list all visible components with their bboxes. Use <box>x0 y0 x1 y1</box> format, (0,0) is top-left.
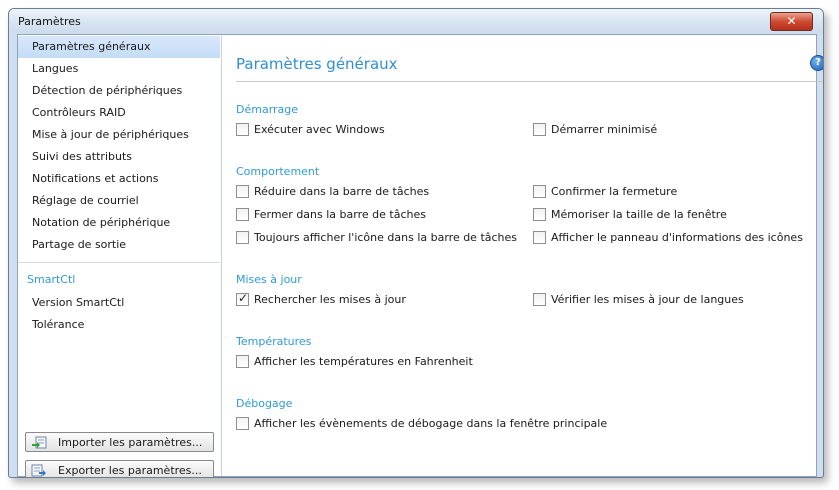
close-button[interactable]: ✕ <box>770 12 813 31</box>
sidebar-item-raid-controllers[interactable]: Contrôleurs RAID <box>18 102 220 124</box>
section-startup: Démarrage <box>236 103 299 116</box>
option-label: Fermer dans la barre de tâches <box>254 208 426 221</box>
section-updates: Mises à jour <box>236 273 302 286</box>
checkbox[interactable] <box>533 208 546 221</box>
option-label: Réduire dans la barre de tâches <box>254 185 430 198</box>
export-icon <box>31 464 46 477</box>
checkbox[interactable] <box>236 231 249 244</box>
sidebar-item-smartctl-version[interactable]: Version SmartCtl <box>18 292 220 314</box>
window-title: Paramètres <box>18 15 81 28</box>
checkbox[interactable] <box>533 185 546 198</box>
sidebar-item-general[interactable]: Paramètres généraux <box>18 36 220 58</box>
title-bar[interactable]: Paramètres ✕ <box>9 9 823 33</box>
option-label: Afficher les températures en Fahrenheit <box>254 355 473 368</box>
checkbox[interactable] <box>236 123 249 136</box>
section-debug: Débogage <box>236 397 293 410</box>
checkbox[interactable]: ✓ <box>236 291 249 306</box>
sidebar-item-attribute-tracking[interactable]: Suivi des attributs <box>18 146 220 168</box>
dialog-body: Paramètres généraux Langues Détection de… <box>17 34 823 477</box>
section-behavior: Comportement <box>236 165 320 178</box>
checkbox[interactable] <box>236 208 249 221</box>
option-label: Vérifier les mises à jour de langues <box>551 293 744 306</box>
help-icon[interactable]: ? <box>810 55 823 71</box>
sidebar-group-smartctl: SmartCtl <box>27 273 76 286</box>
export-settings-label: Exporter les paramètres... <box>58 464 202 477</box>
title-divider <box>236 81 823 82</box>
sidebar-item-tolerance[interactable]: Tolérance <box>18 314 220 336</box>
option-label: Mémoriser la taille de la fenêtre <box>551 208 727 221</box>
sidebar-item-email[interactable]: Réglage de courriel <box>18 190 220 212</box>
checkbox[interactable] <box>236 417 249 430</box>
option-label: Confirmer la fermeture <box>551 185 678 198</box>
sidebar-item-device-detection[interactable]: Détection de périphériques <box>18 80 220 102</box>
sidebar-item-notifications[interactable]: Notifications et actions <box>18 168 220 190</box>
checkmark-icon: ✓ <box>238 291 249 305</box>
checkbox[interactable] <box>533 293 546 306</box>
section-temperatures: Températures <box>236 335 312 348</box>
sidebar-item-output-sharing[interactable]: Partage de sortie <box>18 234 220 256</box>
checkbox[interactable] <box>236 185 249 198</box>
export-settings-button[interactable]: Exporter les paramètres... <box>25 460 214 477</box>
checkbox[interactable] <box>533 123 546 136</box>
checkbox[interactable] <box>236 355 249 368</box>
import-icon <box>32 436 47 449</box>
checkbox[interactable] <box>533 231 546 244</box>
sidebar-item-device-rating[interactable]: Notation de périphérique <box>18 212 220 234</box>
option-label: Afficher les évènements de débogage dans… <box>254 417 608 430</box>
sidebar-item-languages[interactable]: Langues <box>18 58 220 80</box>
import-settings-button[interactable]: Importer les paramètres... <box>25 432 214 452</box>
sidebar: Paramètres généraux Langues Détection de… <box>18 35 222 477</box>
page-title: Paramètres généraux <box>236 55 398 73</box>
sidebar-divider <box>18 262 220 263</box>
option-label: Afficher le panneau d'informations des i… <box>551 231 803 244</box>
option-label: Rechercher les mises à jour <box>254 293 406 306</box>
option-label: Exécuter avec Windows <box>254 123 385 136</box>
option-label: Démarrer minimisé <box>551 123 658 136</box>
settings-panel: Paramètres généraux ? Démarrage Exécuter… <box>222 35 823 476</box>
settings-window: Paramètres ✕ Paramètres généraux Langues… <box>8 8 824 478</box>
sidebar-item-device-updates[interactable]: Mise à jour de périphériques <box>18 124 220 146</box>
option-label: Toujours afficher l'icône dans la barre … <box>254 231 518 244</box>
import-settings-label: Importer les paramètres... <box>58 436 203 449</box>
